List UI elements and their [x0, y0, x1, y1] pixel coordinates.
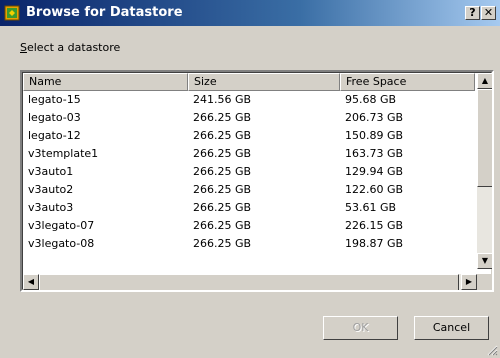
datastore-list[interactable]: Name Size Free Space legato-15 241.56 GB 9…: [20, 70, 494, 292]
row-free-space: 95.68 GB: [345, 93, 397, 106]
scroll-up-button[interactable]: ▲: [477, 73, 492, 89]
column-headers: Name Size Free Space: [23, 73, 475, 91]
scroll-right-button[interactable]: ▶: [461, 274, 477, 290]
table-row[interactable]: legato-03 266.25 GB 206.73 GB: [23, 109, 475, 127]
row-free-space: 163.73 GB: [345, 147, 404, 160]
row-size: 241.56 GB: [193, 93, 252, 106]
row-name: v3legato-07: [28, 219, 95, 232]
select-datastore-label: Select a datastore: [20, 41, 120, 55]
column-header-free-space[interactable]: Free Space: [340, 73, 475, 91]
table-row[interactable]: v3auto2 266.25 GB 122.60 GB: [23, 181, 475, 199]
row-size: 266.25 GB: [193, 201, 252, 214]
row-free-space: 129.94 GB: [345, 165, 404, 178]
cancel-button[interactable]: Cancel: [414, 316, 489, 340]
label-accesskey: S: [20, 41, 27, 54]
row-free-space: 53.61 GB: [345, 201, 397, 214]
horizontal-scroll-thumb[interactable]: [39, 274, 459, 290]
ok-button[interactable]: OK: [323, 316, 398, 340]
table-row[interactable]: legato-12 266.25 GB 150.89 GB: [23, 127, 475, 145]
resize-grip-icon[interactable]: [486, 344, 498, 356]
row-name: v3auto3: [28, 201, 74, 214]
row-name: legato-03: [28, 111, 81, 124]
row-size: 266.25 GB: [193, 237, 252, 250]
label-text: elect a datastore: [26, 41, 121, 54]
vertical-scrollbar[interactable]: ▲ ▼: [477, 73, 492, 269]
row-free-space: 206.73 GB: [345, 111, 404, 124]
row-name: v3auto1: [28, 165, 74, 178]
column-header-name[interactable]: Name: [23, 73, 188, 91]
table-row[interactable]: v3template1 266.25 GB 163.73 GB: [23, 145, 475, 163]
horizontal-scrollbar[interactable]: ◀ ▶: [23, 274, 477, 290]
scrollbar-corner: [477, 274, 492, 290]
table-row[interactable]: v3auto1 266.25 GB 129.94 GB: [23, 163, 475, 181]
row-name: v3legato-08: [28, 237, 95, 250]
window-title: Browse for Datastore: [26, 5, 183, 20]
row-size: 266.25 GB: [193, 111, 252, 124]
scroll-left-button[interactable]: ◀: [23, 274, 39, 290]
scroll-down-button[interactable]: ▼: [477, 253, 492, 269]
row-size: 266.25 GB: [193, 147, 252, 160]
datastore-rows: legato-15 241.56 GB 95.68 GB legato-03 266.…: [23, 91, 475, 253]
help-button[interactable]: ?: [465, 6, 480, 20]
close-button[interactable]: ✕: [481, 6, 496, 20]
column-header-size[interactable]: Size: [188, 73, 340, 91]
row-free-space: 150.89 GB: [345, 129, 404, 142]
table-row[interactable]: v3legato-08 266.25 GB 198.87 GB: [23, 235, 475, 253]
table-row[interactable]: v3legato-07 266.25 GB 226.15 GB: [23, 217, 475, 235]
vertical-scroll-thumb[interactable]: [477, 89, 492, 187]
row-free-space: 226.15 GB: [345, 219, 404, 232]
table-row[interactable]: v3auto3 266.25 GB 53.61 GB: [23, 199, 475, 217]
row-name: v3auto2: [28, 183, 74, 196]
row-name: legato-15: [28, 93, 81, 106]
row-free-space: 198.87 GB: [345, 237, 404, 250]
row-size: 266.25 GB: [193, 129, 252, 142]
row-name: legato-12: [28, 129, 81, 142]
row-name: v3template1: [28, 147, 99, 160]
title-bar[interactable]: Browse for Datastore ? ✕: [0, 0, 500, 26]
row-size: 266.25 GB: [193, 183, 252, 196]
row-size: 266.25 GB: [193, 219, 252, 232]
row-free-space: 122.60 GB: [345, 183, 404, 196]
datastore-icon: [4, 5, 20, 21]
table-row[interactable]: legato-15 241.56 GB 95.68 GB: [23, 91, 475, 109]
browse-datastore-dialog: Browse for Datastore ? ✕ Select a datast…: [0, 0, 500, 358]
row-size: 266.25 GB: [193, 165, 252, 178]
